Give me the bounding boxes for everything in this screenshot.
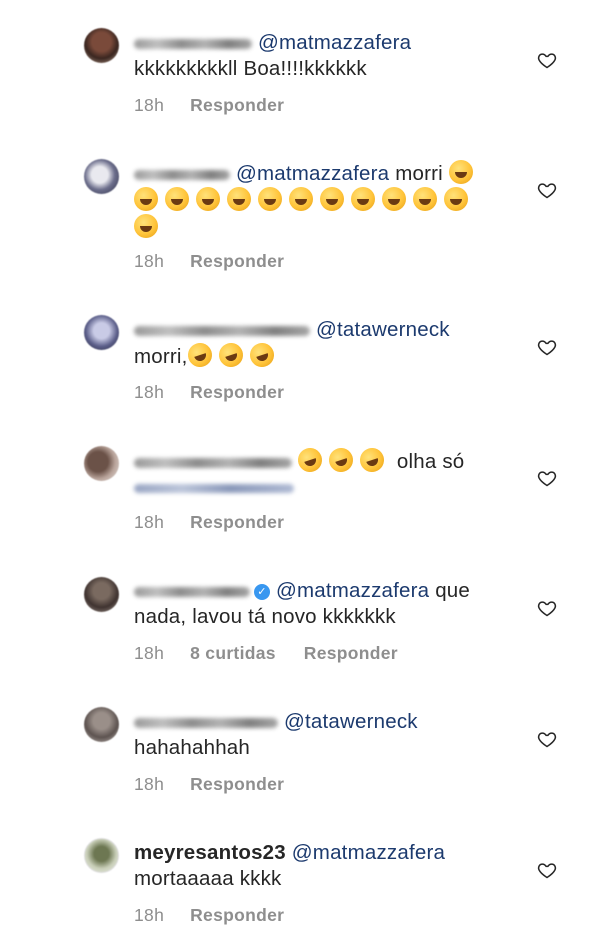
- username-redacted[interactable]: [134, 325, 310, 336]
- comment-text: @tatawerneck hahahahhah: [134, 709, 524, 761]
- laughing-emoji-icon: [413, 187, 437, 211]
- reply-button[interactable]: Responder: [190, 382, 284, 402]
- username-redacted[interactable]: [134, 457, 292, 468]
- comment-meta: 18h Responder: [134, 251, 308, 272]
- laughing-emoji-icon: [351, 187, 375, 211]
- mention-redacted[interactable]: [134, 484, 294, 494]
- avatar[interactable]: [84, 577, 119, 612]
- comment-meta: 18h Responder: [134, 774, 308, 795]
- username-redacted[interactable]: [134, 169, 230, 180]
- rofl-emoji-icon: [356, 444, 388, 476]
- avatar[interactable]: [84, 446, 119, 481]
- comment-body: morri,: [134, 345, 188, 368]
- laughing-emoji-icon: [134, 214, 158, 238]
- reply-button[interactable]: Responder: [190, 95, 284, 115]
- username-link[interactable]: meyresantos23: [134, 841, 286, 864]
- comment-body: nada, lavou tá novo kkkkkkk: [134, 605, 396, 628]
- comment-text: ✓ @matmazzafera que nada, lavou tá novo k…: [134, 578, 524, 630]
- laughing-emoji-icon: [444, 187, 468, 211]
- comment-time: 18h: [134, 643, 165, 663]
- heart-outline-icon[interactable]: [537, 50, 557, 70]
- comment-text: meyresantos23 @matmazzafera mortaaaaa kk…: [134, 840, 524, 892]
- mention-link[interactable]: @matmazzafera: [292, 841, 445, 864]
- laughing-emoji-icon: [382, 187, 406, 211]
- comment-text: @tatawerneck morri,: [134, 317, 524, 371]
- comment-body: olha só: [396, 450, 465, 473]
- rofl-emoji-icon: [294, 444, 326, 476]
- laughing-emoji-icon: [289, 187, 313, 211]
- comment-meta: 18h Responder: [134, 95, 308, 116]
- comment-time: 18h: [134, 512, 165, 532]
- comment-body: hahahahhah: [134, 736, 251, 759]
- heart-outline-icon[interactable]: [537, 468, 557, 488]
- laughing-emoji-icon: [227, 187, 251, 211]
- laughing-emoji-icon: [134, 187, 158, 211]
- mention-link[interactable]: @tatawerneck: [284, 710, 418, 733]
- heart-outline-icon[interactable]: [537, 860, 557, 880]
- username-redacted[interactable]: [134, 586, 250, 597]
- mention-link[interactable]: @matmazzafera: [276, 579, 429, 602]
- laughing-emoji-icon: [196, 187, 220, 211]
- avatar[interactable]: [84, 707, 119, 742]
- laughing-emoji-icon: [320, 187, 344, 211]
- laughing-emoji-icon: [258, 187, 282, 211]
- heart-outline-icon[interactable]: [537, 598, 557, 618]
- comment-time: 18h: [134, 905, 165, 925]
- verified-badge-icon: ✓: [254, 584, 270, 600]
- comment-time: 18h: [134, 95, 165, 115]
- rofl-emoji-icon: [325, 444, 357, 476]
- reply-button[interactable]: Responder: [190, 512, 284, 532]
- username-redacted[interactable]: [134, 717, 278, 728]
- comment-body: kkkkkkkkkll Boa!!!!kkkkkk: [134, 57, 367, 80]
- avatar[interactable]: [84, 28, 119, 63]
- rofl-emoji-icon: [246, 339, 277, 371]
- username-redacted[interactable]: [134, 38, 252, 49]
- comment-body: mortaaaaa kkkk: [134, 867, 282, 890]
- comment-body: que: [435, 579, 471, 602]
- laughing-emoji-icon: [165, 187, 189, 211]
- heart-outline-icon[interactable]: [537, 180, 557, 200]
- mention-link[interactable]: @tatawerneck: [316, 318, 450, 341]
- comment-time: 18h: [134, 774, 165, 794]
- heart-outline-icon[interactable]: [537, 729, 557, 749]
- rofl-emoji-icon: [215, 339, 246, 371]
- comment-meta: 18h Responder: [134, 512, 308, 533]
- comment-meta: 18h Responder: [134, 382, 308, 403]
- comment-text: olha só: [134, 444, 524, 501]
- rofl-emoji-icon: [184, 339, 215, 371]
- avatar[interactable]: [84, 159, 119, 194]
- reply-button[interactable]: Responder: [190, 251, 284, 271]
- comment-meta: 18h Responder: [134, 905, 308, 926]
- comment-body: morri: [395, 162, 443, 185]
- laughing-emoji-icon: [448, 160, 473, 184]
- mention-link[interactable]: @matmazzafera: [236, 162, 389, 185]
- comment-meta: 18h 8 curtidas Responder: [134, 643, 422, 664]
- avatar[interactable]: [84, 838, 119, 873]
- comment-text: @matmazzafera kkkkkkkkkll Boa!!!!kkkkkk: [134, 30, 524, 82]
- reply-button[interactable]: Responder: [190, 774, 284, 794]
- comment-text: @matmazzafera morri: [134, 160, 524, 241]
- avatar[interactable]: [84, 315, 119, 350]
- mention-link[interactable]: @matmazzafera: [258, 31, 411, 54]
- likes-count[interactable]: 8 curtidas: [190, 643, 276, 663]
- reply-button[interactable]: Responder: [190, 905, 284, 925]
- reply-button[interactable]: Responder: [304, 643, 398, 663]
- heart-outline-icon[interactable]: [537, 337, 557, 357]
- comment-time: 18h: [134, 251, 165, 271]
- comment-time: 18h: [134, 382, 165, 402]
